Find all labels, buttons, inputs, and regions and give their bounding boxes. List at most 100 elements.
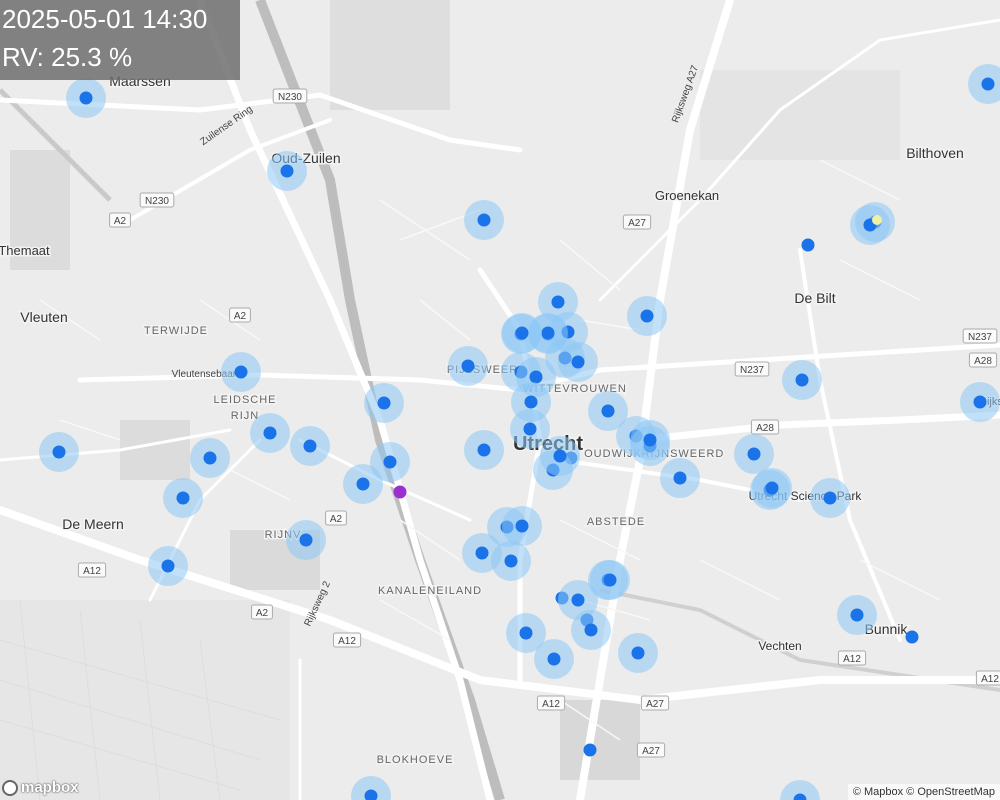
sensor-dot[interactable] (850, 608, 864, 622)
sensor-marker[interactable] (837, 595, 877, 635)
sensor-dot[interactable] (571, 593, 585, 607)
sensor-dot[interactable] (203, 451, 217, 465)
sensor-marker[interactable] (464, 430, 504, 470)
sensor-dot[interactable] (584, 623, 598, 637)
sensor-marker[interactable] (571, 610, 611, 650)
sensor-dot[interactable] (801, 238, 815, 252)
sensor-dot[interactable] (176, 491, 190, 505)
sensor-marker[interactable] (286, 520, 326, 560)
sensor-marker[interactable] (618, 633, 658, 673)
sensor-dot[interactable] (640, 309, 654, 323)
map-attribution[interactable]: © Mapbox © OpenStreetMap (847, 784, 1000, 800)
sensor-marker[interactable] (39, 432, 79, 472)
sensor-marker[interactable] (464, 200, 504, 240)
sensor-dot[interactable] (643, 433, 657, 447)
sensor-marker[interactable] (510, 409, 550, 449)
outlier-dot[interactable] (393, 485, 407, 499)
sensor-dot[interactable] (461, 359, 475, 373)
sensor-marker[interactable] (810, 478, 850, 518)
sensor-dot[interactable] (475, 546, 489, 560)
sensor-marker[interactable] (905, 630, 919, 644)
sensor-dot[interactable] (477, 213, 491, 227)
sensor-marker[interactable] (782, 360, 822, 400)
road-shield: A12 (536, 695, 566, 711)
road-shield-label: A27 (646, 699, 664, 710)
sensor-dot[interactable] (524, 395, 538, 409)
sensor-dot[interactable] (601, 404, 615, 418)
sensor-marker[interactable] (660, 458, 700, 498)
sensor-dot[interactable] (280, 164, 294, 178)
base-map: N230 N230 A2 A2 A2 A2 A12 A12 A12 A12 A12 A27 A27 A27… (0, 0, 1000, 800)
sensor-marker[interactable] (583, 743, 597, 757)
sensor-marker[interactable] (343, 464, 383, 504)
sensor-dot[interactable] (161, 559, 175, 573)
sensor-dot[interactable] (765, 481, 779, 495)
sensor-marker[interactable] (163, 478, 203, 518)
sensor-marker[interactable] (502, 506, 542, 546)
place-label: Bilthoven (906, 145, 964, 161)
sensor-dot[interactable] (356, 477, 370, 491)
sensor-dot[interactable] (523, 422, 537, 436)
sensor-dot[interactable] (52, 445, 66, 459)
road-shield: A27 (622, 214, 652, 230)
sensor-marker[interactable] (627, 296, 667, 336)
sensor-marker[interactable] (290, 426, 330, 466)
sensor-dot[interactable] (299, 533, 313, 547)
sensor-marker[interactable] (250, 413, 290, 453)
sensor-dot[interactable] (79, 91, 93, 105)
sensor-dot[interactable] (303, 439, 317, 453)
sensor-dot[interactable] (263, 426, 277, 440)
mapbox-logo[interactable]: mapbox (2, 779, 79, 796)
sensor-dot[interactable] (547, 652, 561, 666)
sensor-marker[interactable] (752, 468, 792, 508)
sensor-marker[interactable] (534, 639, 574, 679)
sensor-dot[interactable] (553, 449, 567, 463)
high-value-dot[interactable] (872, 215, 882, 225)
sensor-dot[interactable] (631, 646, 645, 660)
sensor-dot[interactable] (383, 455, 397, 469)
sensor-dot[interactable] (973, 395, 987, 409)
sensor-marker[interactable] (148, 546, 188, 586)
sensor-map[interactable]: N230 N230 A2 A2 A2 A2 A12 A12 A12 A12 A12 A27 A27 A27… (0, 0, 1000, 800)
place-label: Groenekan (655, 188, 719, 203)
sensor-dot[interactable] (795, 373, 809, 387)
sensor-marker[interactable] (448, 346, 488, 386)
sensor-dot[interactable] (905, 630, 919, 644)
sensor-dot[interactable] (603, 573, 617, 587)
sensor-dot[interactable] (477, 443, 491, 457)
sensor-marker[interactable] (734, 434, 774, 474)
sensor-marker[interactable] (221, 352, 261, 392)
sensor-marker[interactable] (801, 238, 815, 252)
sensor-dot[interactable] (377, 396, 391, 410)
sensor-dot[interactable] (673, 471, 687, 485)
sensor-dot[interactable] (551, 295, 565, 309)
sensor-marker[interactable] (558, 342, 598, 382)
sensor-dot[interactable] (541, 326, 555, 340)
sensor-dot[interactable] (234, 365, 248, 379)
sensor-marker[interactable] (960, 382, 1000, 422)
sensor-dot[interactable] (981, 77, 995, 91)
sensor-dot[interactable] (529, 370, 543, 384)
sensor-dot[interactable] (747, 447, 761, 461)
sensor-marker[interactable] (850, 205, 890, 245)
sensor-marker[interactable] (630, 420, 670, 460)
sensor-marker[interactable] (364, 383, 404, 423)
sensor-marker[interactable] (190, 438, 230, 478)
sensor-dot[interactable] (583, 743, 597, 757)
sensor-marker[interactable] (502, 313, 542, 353)
road-shield-label: A2 (330, 514, 343, 525)
sensor-dot[interactable] (515, 519, 529, 533)
sensor-dot[interactable] (571, 355, 585, 369)
road-shield: N237 (734, 361, 770, 377)
road-shield: A27 (636, 742, 666, 758)
sensor-marker[interactable] (66, 78, 106, 118)
sensor-dot[interactable] (519, 626, 533, 640)
road-shield-label: A2 (114, 216, 127, 227)
road-shield-label: A12 (83, 566, 101, 577)
sensor-marker[interactable] (540, 436, 580, 476)
sensor-dot[interactable] (823, 491, 837, 505)
sensor-marker[interactable] (491, 541, 531, 581)
sensor-marker[interactable] (267, 151, 307, 191)
sensor-dot[interactable] (504, 554, 518, 568)
sensor-dot[interactable] (515, 326, 529, 340)
